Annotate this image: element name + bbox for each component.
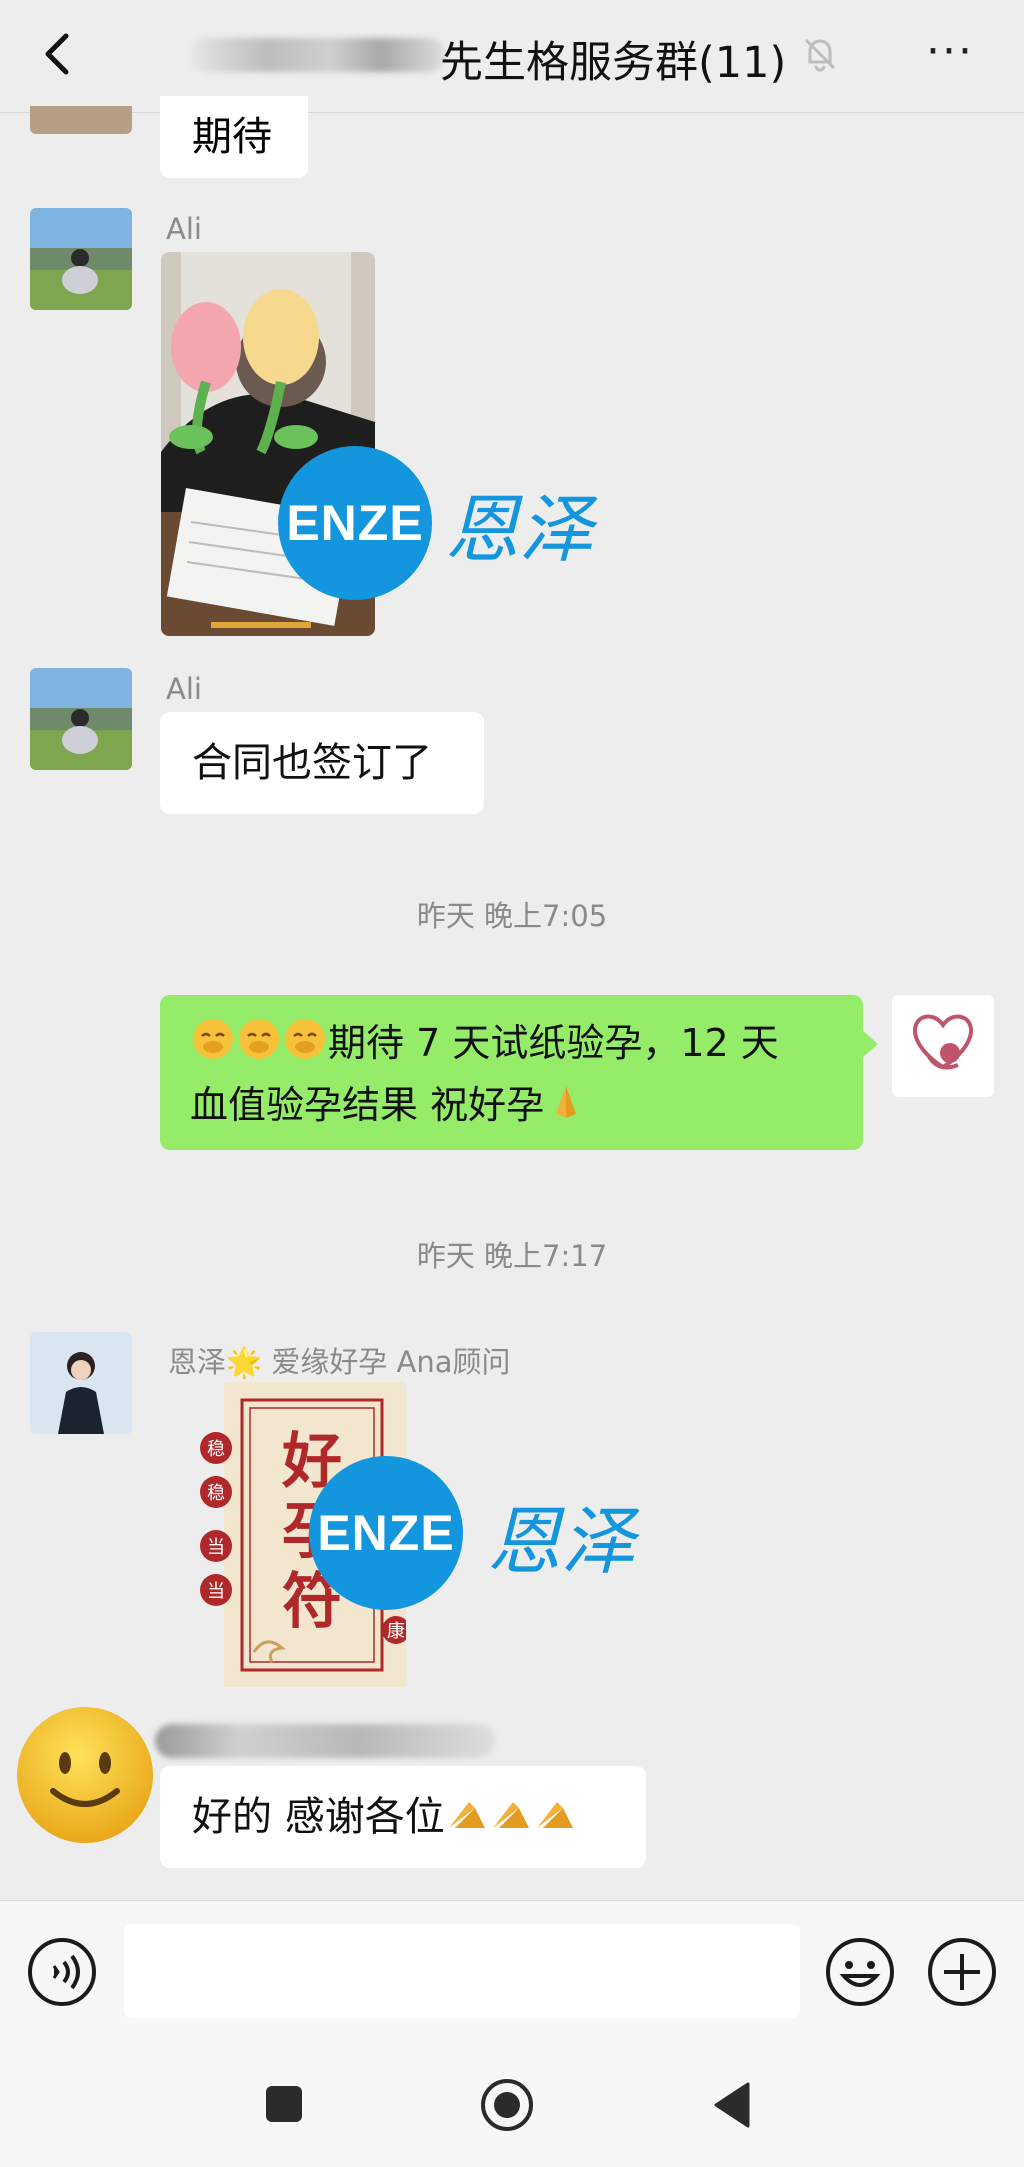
message-bubble[interactable]: 合同也签订了 [160, 712, 484, 814]
triangle-back-icon [714, 2082, 750, 2128]
recent-apps-button[interactable] [264, 2084, 304, 2128]
sender-name: 恩泽🌟 爱缘好孕 Ana顾问 [168, 1345, 511, 1379]
yawning-face-icon [236, 1016, 282, 1077]
message-line: 期待 7 天试纸验孕，12 天 [190, 1015, 833, 1077]
svg-text:稳: 稳 [207, 1483, 225, 1504]
home-button[interactable] [480, 2078, 534, 2136]
message-bubble[interactable]: 好的 感谢各位 [160, 1766, 646, 1868]
chevron-left-icon [45, 33, 69, 75]
watermark-text: 恩泽 [487, 1499, 635, 1585]
folded-hands-icon [533, 1772, 577, 1874]
message-text: 期待 [192, 114, 272, 160]
folded-hands-icon [489, 1772, 533, 1874]
yawning-face-icon [190, 1016, 236, 1077]
watermark-text: 恩泽 [445, 487, 593, 573]
avatar-ana[interactable] [30, 1332, 132, 1434]
timestamp: 昨天 晚上7:17 [416, 1239, 608, 1273]
voice-button[interactable] [26, 1936, 98, 2012]
bell-muted-icon [800, 34, 840, 78]
bubble-tail [862, 1030, 878, 1058]
timestamp: 昨天 晚上7:05 [416, 899, 608, 933]
folded-hands-icon [445, 1772, 489, 1874]
back-nav-button[interactable] [712, 2082, 752, 2132]
circle-icon [481, 2079, 533, 2131]
message-line: 血值验孕结果 祝好孕 [190, 1077, 833, 1139]
avatar[interactable] [30, 106, 132, 134]
message-input[interactable] [124, 1924, 800, 2018]
my-avatar[interactable] [892, 995, 994, 1097]
voice-icon [28, 1938, 96, 2006]
message-text: 期待 7 天试纸验孕，12 天 [328, 1021, 779, 1065]
message-text: 血值验孕结果 祝好孕 [190, 1083, 545, 1127]
svg-text:当: 当 [207, 1537, 225, 1558]
my-message-bubble[interactable]: 期待 7 天试纸验孕，12 天 血值验孕结果 祝好孕 [160, 995, 863, 1150]
yawning-face-icon [282, 1016, 328, 1077]
watermark-logo: ENZE [278, 446, 432, 600]
message-text: 合同也签订了 [192, 740, 432, 786]
avatar-ali[interactable] [30, 668, 132, 770]
emoji-button[interactable] [824, 1936, 896, 2012]
svg-text:当: 当 [207, 1581, 225, 1602]
watermark-logo: ENZE [309, 1456, 463, 1610]
plus-icon [928, 1938, 996, 2006]
folded-hands-icon [544, 1080, 588, 1139]
sticker-side-text: 稳 稳 当 当 [198, 1426, 234, 1620]
redacted-sender-name [155, 1724, 495, 1758]
smiley-avatar[interactable] [15, 1705, 155, 1849]
square-icon [266, 2086, 302, 2122]
plus-button[interactable] [926, 1936, 998, 2012]
svg-text:稳: 稳 [207, 1439, 225, 1460]
back-button[interactable] [30, 24, 90, 84]
more-button[interactable]: ··· [920, 30, 980, 80]
sender-name: Ali [166, 212, 202, 246]
avatar-ali[interactable] [30, 208, 132, 310]
message-text: 好的 感谢各位 [192, 1794, 445, 1840]
sparkle-star-icon: 🌟 [226, 1345, 263, 1379]
svg-text:康: 康 [387, 1621, 405, 1642]
chat-title: 先生格服务群(11) [440, 38, 787, 88]
sender-name: Ali [166, 672, 202, 706]
redacted-title-part [190, 38, 445, 72]
smiley-icon [826, 1938, 894, 2006]
